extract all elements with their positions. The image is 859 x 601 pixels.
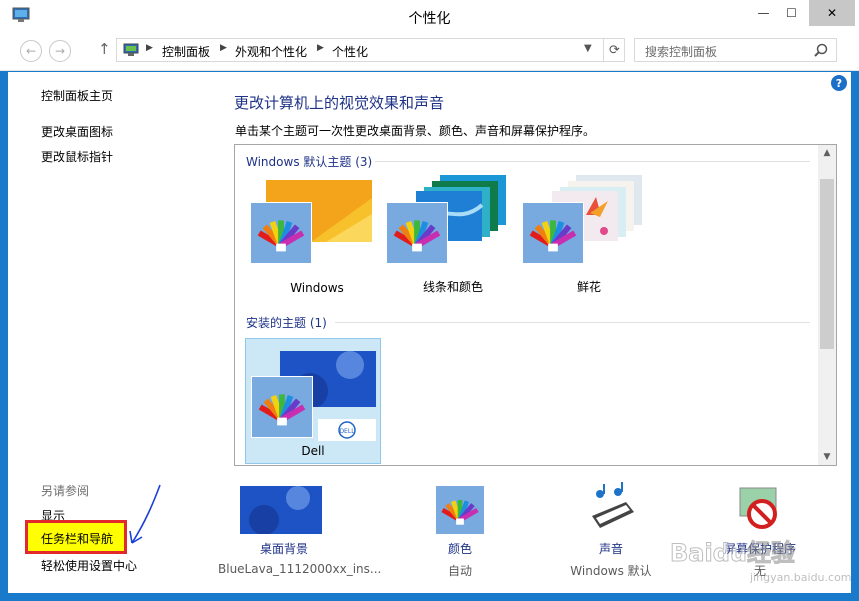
chevron-down-icon[interactable]: ▼ xyxy=(584,43,592,54)
sound-icon xyxy=(592,482,634,528)
refresh-icon[interactable]: ⟳ xyxy=(603,39,625,61)
minimize-button[interactable]: — xyxy=(750,0,777,26)
watermark-subtext: jingyan.baidu.com xyxy=(750,571,852,584)
page-title: 更改计算机上的视觉效果和声音 xyxy=(234,94,445,112)
color-palette-icon xyxy=(436,486,484,534)
content-area: ? 控制面板主页 更改桌面图标 更改鼠标指针 另请参阅 显示 任务栏和导航 轻松… xyxy=(8,72,852,593)
chevron-right-icon: ▶ xyxy=(220,43,227,53)
scroll-down-icon[interactable]: ▼ xyxy=(818,449,836,465)
window: 个性化 — ☐ ✕ ← → ↑ ▶ 控制面板 ▶ 外观和个性化 ▶ 个性化 ▼ … xyxy=(0,0,859,601)
breadcrumb-personalization[interactable]: 个性化 xyxy=(332,43,368,60)
divider xyxy=(375,161,810,162)
highlight-box: 任务栏和导航 xyxy=(25,520,127,554)
baidu-watermark: Baidu经验 jingyan.baidu.com xyxy=(662,527,852,587)
scroll-thumb[interactable] xyxy=(820,179,834,349)
page-description: 单击某个主题可一次性更改桌面背景、颜色、声音和屏幕保护程序。 xyxy=(235,124,596,138)
scroll-up-icon[interactable]: ▲ xyxy=(818,145,836,161)
screensaver-icon xyxy=(739,487,777,529)
color-palette-icon xyxy=(522,202,584,264)
color-palette-icon xyxy=(251,376,313,438)
control-panel-icon xyxy=(123,43,139,56)
divider xyxy=(335,322,810,323)
address-bar: ← → ↑ ▶ 控制面板 ▶ 外观和个性化 ▶ 个性化 ▼ ⟳ 搜索控制面板 xyxy=(0,33,859,71)
color-palette-icon xyxy=(250,202,312,264)
chevron-right-icon: ▶ xyxy=(146,43,153,53)
chevron-right-icon: ▶ xyxy=(317,43,324,53)
svg-text:DELL: DELL xyxy=(339,428,355,435)
sidebar-item-desktop-icons[interactable]: 更改桌面图标 xyxy=(41,123,113,140)
group-default-themes: Windows 默认主题 (3) xyxy=(246,155,373,169)
desktop-background-value: BlueLava_1112000xx_ins... xyxy=(218,562,382,576)
theme-lines-label: 线条和颜色 xyxy=(422,280,483,294)
theme-dell-label: Dell xyxy=(301,444,325,458)
watermark-text: Baidu经验 xyxy=(670,539,796,568)
theme-flowers-label: 鲜花 xyxy=(576,280,601,294)
close-button[interactable]: ✕ xyxy=(809,0,855,26)
desktop-background-thumbnail xyxy=(240,486,322,534)
see-also-taskbar[interactable]: 任务栏和导航 xyxy=(41,530,113,547)
address-input[interactable]: ▶ 控制面板 ▶ 外观和个性化 ▶ 个性化 ▼ ⟳ xyxy=(116,38,625,62)
sidebar-item-mouse-pointer[interactable]: 更改鼠标指针 xyxy=(41,148,113,165)
desktop-background-button[interactable]: 桌面背景 BlueLava_1112000xx_ins... xyxy=(200,482,382,582)
maximize-button[interactable]: ☐ xyxy=(778,0,805,26)
window-title: 个性化 xyxy=(408,11,451,27)
search-icon[interactable] xyxy=(814,43,828,57)
group-installed-themes: 安装的主题 (1) xyxy=(246,316,327,330)
forward-button[interactable]: → xyxy=(49,40,71,62)
color-value: 自动 xyxy=(447,564,472,578)
search-placeholder: 搜索控制面板 xyxy=(645,45,718,59)
theme-flowers[interactable]: 鲜花 xyxy=(522,175,656,300)
sidebar-item-home[interactable]: 控制面板主页 xyxy=(41,87,113,104)
search-input[interactable]: 搜索控制面板 xyxy=(634,38,837,62)
theme-lines-and-colors[interactable]: 线条和颜色 xyxy=(386,175,520,300)
theme-dell[interactable]: DELL Dell xyxy=(245,338,381,464)
back-button[interactable]: ← xyxy=(20,40,42,62)
theme-list: Windows 默认主题 (3) Windows 线条和颜色 鲜花 安装的主题 … xyxy=(234,144,837,466)
theme-windows-label: Windows xyxy=(290,281,344,295)
dell-logo: DELL xyxy=(318,419,376,441)
breadcrumb-control-panel[interactable]: 控制面板 xyxy=(162,43,210,60)
scrollbar[interactable]: ▲ ▼ xyxy=(818,145,836,465)
see-also-ease-of-access[interactable]: 轻松使用设置中心 xyxy=(41,557,137,574)
see-also-heading: 另请参阅 xyxy=(41,484,90,498)
annotation-arrow xyxy=(129,484,161,544)
desktop-background-label: 桌面背景 xyxy=(259,542,308,556)
breadcrumb-appearance[interactable]: 外观和个性化 xyxy=(235,43,307,60)
up-button[interactable]: ↑ xyxy=(98,40,111,58)
help-icon[interactable]: ? xyxy=(831,75,847,91)
title-bar: 个性化 — ☐ ✕ xyxy=(0,0,859,33)
color-palette-icon xyxy=(386,202,448,264)
color-button[interactable]: 颜色 自动 xyxy=(385,482,535,582)
theme-windows[interactable]: Windows xyxy=(250,175,384,300)
color-label: 颜色 xyxy=(447,542,472,556)
